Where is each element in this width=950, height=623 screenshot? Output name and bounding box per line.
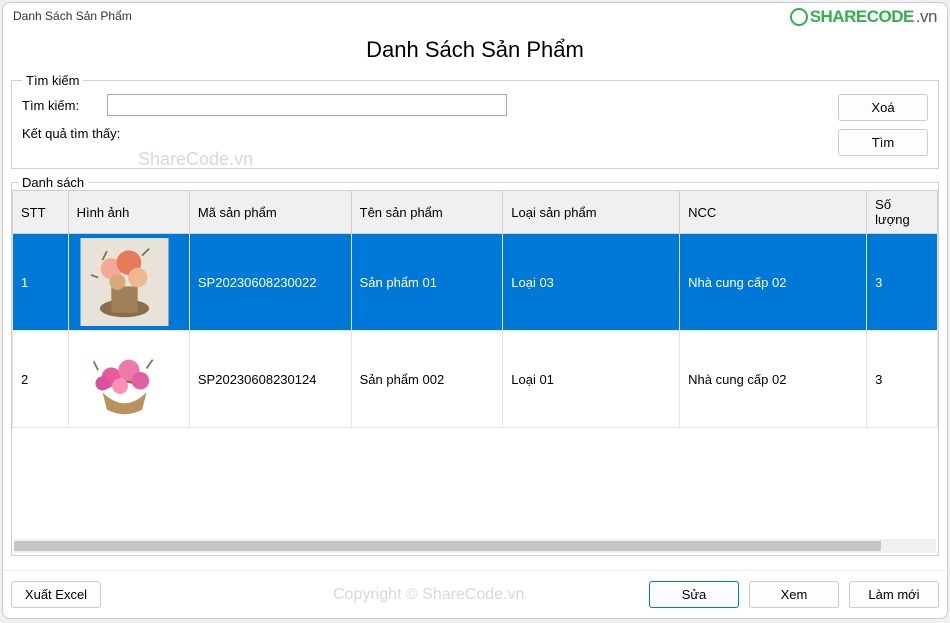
cell-stt: 1 (13, 234, 69, 331)
cell-ma: SP20230608230022 (189, 234, 351, 331)
col-stt[interactable]: STT (13, 191, 69, 234)
cell-loai: Loại 01 (503, 331, 680, 428)
cell-sl: 3 (867, 234, 938, 331)
search-result-label: Kết quả tìm thấy: (22, 126, 120, 141)
col-ncc[interactable]: NCC (680, 191, 867, 234)
col-loai-san-pham[interactable]: Loại sản phẩm (503, 191, 680, 234)
list-legend: Danh sách (18, 175, 88, 190)
col-ten-san-pham[interactable]: Tên sản phẩm (351, 191, 503, 234)
col-ma-san-pham[interactable]: Mã sản phẩm (189, 191, 351, 234)
search-input[interactable] (107, 94, 507, 116)
cell-ma: SP20230608230124 (189, 331, 351, 428)
table-row[interactable]: 2 (13, 331, 938, 428)
table-container: STT Hình ảnh Mã sản phẩm Tên sản phẩm Lo… (12, 190, 938, 535)
flower-basket-icon (77, 335, 172, 423)
cell-ten: Sản phẩm 01 (351, 234, 503, 331)
search-label: Tìm kiếm: (22, 98, 97, 113)
cell-ncc: Nhà cung cấp 02 (680, 234, 867, 331)
flower-vase-icon (77, 238, 172, 326)
list-fieldset: Danh sách STT Hình ảnh Mã sản phẩm Tên s… (11, 175, 939, 556)
cell-loai: Loại 03 (503, 234, 680, 331)
delete-button[interactable]: Xoá (838, 94, 928, 121)
window-title: Danh Sách Sản Phẩm (13, 9, 132, 23)
cell-sl: 3 (867, 331, 938, 428)
cell-ten: Sản phẩm 002 (351, 331, 503, 428)
cell-ncc: Nhà cung cấp 02 (680, 331, 867, 428)
search-legend: Tìm kiếm (22, 73, 83, 88)
col-hinh-anh[interactable]: Hình ảnh (68, 191, 189, 234)
products-table: STT Hình ảnh Mã sản phẩm Tên sản phẩm Lo… (12, 190, 938, 428)
view-button[interactable]: Xem (749, 581, 839, 608)
cell-image (68, 331, 189, 428)
search-fieldset: Tìm kiếm Tìm kiếm: Kết quả tìm thấy: Xoá… (11, 73, 939, 169)
cell-stt: 2 (13, 331, 69, 428)
page-title: Danh Sách Sản Phẩm (3, 29, 947, 73)
scrollbar-thumb[interactable] (14, 541, 881, 551)
table-row[interactable]: 1 (13, 234, 938, 331)
logo-ring-icon (790, 8, 808, 26)
export-excel-button[interactable]: Xuất Excel (11, 581, 101, 608)
horizontal-scrollbar[interactable] (14, 539, 936, 553)
find-button[interactable]: Tìm (838, 129, 928, 156)
cell-image (68, 234, 189, 331)
refresh-button[interactable]: Làm mới (849, 581, 939, 608)
edit-button[interactable]: Sửa (649, 581, 739, 608)
col-so-luong[interactable]: Số lượng (867, 191, 938, 234)
sharecode-logo: SHARECODE.vn (790, 7, 937, 27)
bottom-toolbar: Xuất Excel Sửa Xem Làm mới (3, 570, 947, 618)
